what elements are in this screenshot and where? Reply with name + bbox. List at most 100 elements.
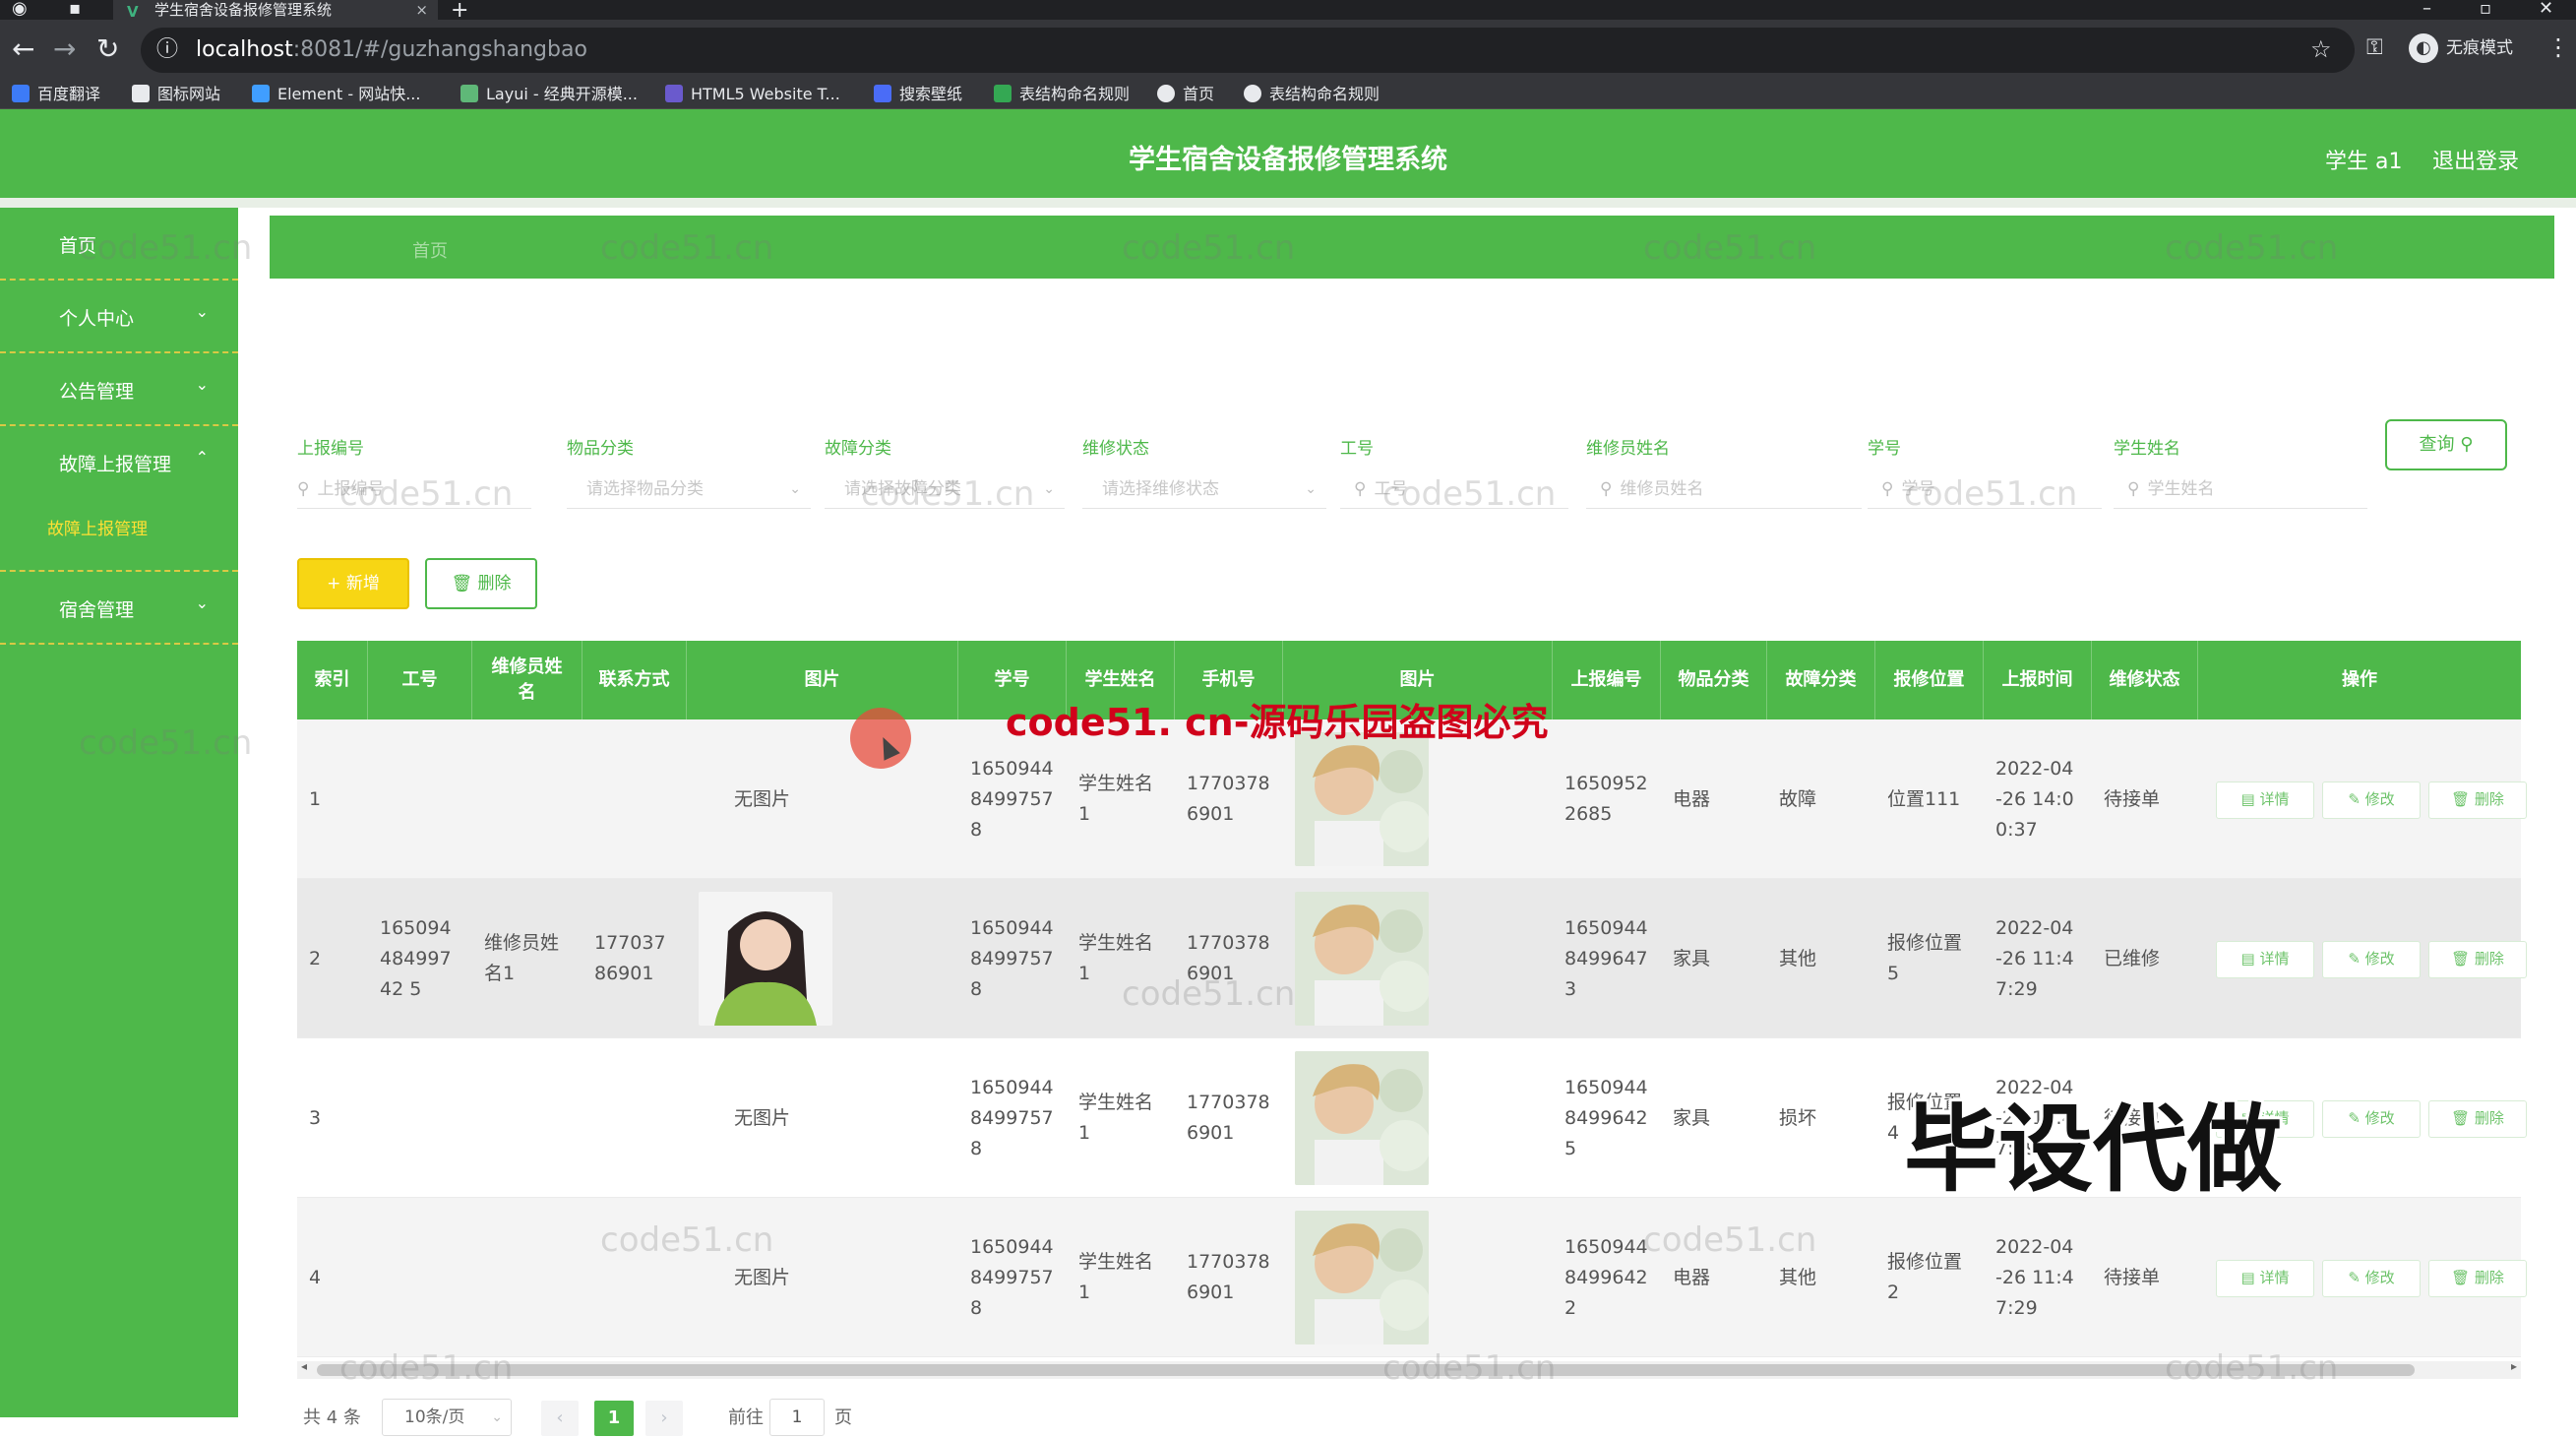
tab-title: 学生宿舍设备报修管理系统 [154,1,333,19]
delete-button[interactable]: 🗑 删除 [2428,782,2527,819]
bookmark-item[interactable]: 表结构命名规则 [994,83,1130,106]
bookmark-item[interactable]: 百度翻译 [12,83,100,106]
forward-icon[interactable]: → [53,32,76,66]
back-icon[interactable]: ← [12,32,34,66]
next-page-button[interactable]: › [645,1401,683,1436]
portrait-image [1295,1051,1429,1185]
vue-favicon-icon: V [127,3,139,20]
column-header: 物品分类 [1661,641,1767,719]
cell-student-name: 学生姓名 1 [1078,1092,1154,1144]
placeholder: 维修员姓名 [1620,479,1704,499]
password-key-icon[interactable]: ⚿ [2366,35,2383,60]
student-photo [1295,892,1429,1026]
bookmark-label: 表结构命名规则 [1019,85,1131,103]
tab-search-icon[interactable]: ▪ [69,0,81,19]
logout-link[interactable]: 退出登录 [2432,145,2519,180]
bookmark-item[interactable]: 图标网站 [132,83,220,106]
cell-report-time: 2022-04-26 11:47:29 [1995,916,2074,1000]
student-no-input[interactable]: ⚲ 学号 [1868,469,2102,509]
current-user[interactable]: 学生 a1 [2325,145,2402,180]
delete-button[interactable]: 🗑 删除 [2428,941,2527,978]
sidebar-item-notice[interactable]: 公告管理 ⌄ [0,353,238,426]
incognito-profile[interactable]: ◐ 无痕模式 [2409,33,2513,63]
browser-menu-icon[interactable]: ⋮ [2546,33,2570,61]
sidebar-subitem-fault-report[interactable]: 故障上报管理 [47,515,148,539]
column-header: 索引 [297,641,368,719]
bookmark-label: 图标网站 [157,85,221,103]
bookmark-star-icon[interactable]: ☆ [2310,35,2332,63]
detail-label: 详情 [2259,950,2290,968]
portrait-image [1295,1211,1429,1344]
cell-fault-type: 故障 [1779,787,1817,810]
batch-delete-button[interactable]: 🗑 删除 [425,558,537,609]
bookmark-item[interactable]: 首页 [1157,83,1214,106]
site-info-icon[interactable]: ⓘ [156,28,178,73]
portrait-image [1295,732,1429,866]
maximize-icon[interactable]: ▫ [2480,0,2491,19]
cell-report-photo [1283,1038,1553,1198]
tab-close-icon[interactable]: × [415,0,428,20]
bookmark-label: HTML5 Website T... [691,85,840,103]
cell-worker-id [368,1038,472,1198]
edit-button[interactable]: ✎ 修改 [2322,782,2421,819]
query-button[interactable]: 查询 ⚲ [2385,419,2507,470]
cell-contact [583,1198,687,1357]
search-icon: ⚲ [297,479,310,499]
minimize-icon[interactable]: – [2423,0,2431,19]
prev-page-button[interactable]: ‹ [541,1401,579,1436]
bookmark-item[interactable]: 搜索壁纸 [874,83,962,106]
search-icon: ⚲ [1600,479,1613,499]
breadcrumb-item[interactable]: 首页 [412,237,448,263]
cell-report-no: 16509448499647 3 [1564,916,1648,1000]
bookmark-item[interactable]: HTML5 Website T... [665,83,840,106]
url-input[interactable]: ⓘ localhost:8081/#/guzhangshangbao [141,28,2355,73]
cell-worker-id [368,719,472,879]
scroll-right-icon[interactable]: ▸ [2511,1359,2517,1373]
repair-status-select[interactable]: 请选择维修状态 ⌄ [1082,469,1326,509]
cell-status: 待接单 [2104,1266,2161,1288]
sidebar-item-profile[interactable]: 个人中心 ⌄ [0,281,238,353]
sidebar-item-fault-report[interactable]: 故障上报管理 ⌃ 故障上报管理 [0,426,238,572]
delete-button[interactable]: 🗑 删除 [2428,1260,2527,1297]
browser-tab[interactable]: V 学生宿舍设备报修管理系统 × [113,0,438,20]
edit-button[interactable]: ✎ 修改 [2322,1260,2421,1297]
report-no-input[interactable]: ⚲ 上报编号 [297,469,531,509]
window-close-icon[interactable]: ✕ [2539,0,2553,19]
fault-type-select[interactable]: 请选择故障分类 ⌄ [825,469,1065,509]
table-row[interactable]: 2 16509448499742 5 维修员姓名1 17703786901 16… [297,879,2527,1038]
reload-icon[interactable]: ↻ [96,32,119,66]
scroll-left-icon[interactable]: ◂ [301,1359,307,1373]
table-row[interactable]: 4 无图片 16509448499757 8 学生姓名 1 1770378690… [297,1198,2527,1357]
student-name-input[interactable]: ⚲ 学生姓名 [2114,469,2367,509]
edit-button[interactable]: ✎ 修改 [2322,941,2421,978]
scrollbar-thumb[interactable] [317,1364,2415,1376]
add-button[interactable]: + 新增 [297,558,409,609]
worker-id-input[interactable]: ⚲ 工号 [1340,469,1568,509]
sidebar-item-home[interactable]: 首页 [0,208,238,281]
detail-button[interactable]: ▤ 详情 [2216,1260,2314,1297]
bookmark-label: 搜索壁纸 [899,85,963,103]
edit-label: 修改 [2364,790,2395,808]
cell-location: 位置111 [1887,787,1961,810]
horizontal-scrollbar[interactable]: ◂ ▸ [297,1359,2521,1379]
url-path: :8081/#/guzhangshangbao [292,37,587,62]
cell-location: 报修位置 5 [1887,932,1963,984]
detail-button[interactable]: ▤ 详情 [2216,941,2314,978]
goto-page-input[interactable]: 1 [769,1399,825,1436]
bookmark-item[interactable]: Element - 网站快... [252,83,420,106]
cell-worker-id [368,1198,472,1357]
bookmark-item[interactable]: 表结构命名规则 [1244,83,1380,106]
html5-icon [665,85,683,102]
bookmark-label: Layui - 经典开源模... [486,85,638,103]
worker-name-input[interactable]: ⚲ 维修员姓名 [1586,469,1862,509]
current-page[interactable]: 1 [594,1401,634,1436]
edit-button[interactable]: ✎ 修改 [2322,1100,2421,1138]
bookmark-item[interactable]: Layui - 经典开源模... [460,83,638,106]
cell-report-photo [1283,879,1553,1038]
item-type-select[interactable]: 请选择物品分类 ⌄ [567,469,811,509]
delete-button[interactable]: 🗑 删除 [2428,1100,2527,1138]
sidebar-item-dorm[interactable]: 宿舍管理 ⌄ [0,572,238,645]
page-size-select[interactable]: 10条/页 ⌄ [382,1399,512,1436]
cell-item-type: 家具 [1673,947,1711,969]
detail-button[interactable]: ▤ 详情 [2216,782,2314,819]
